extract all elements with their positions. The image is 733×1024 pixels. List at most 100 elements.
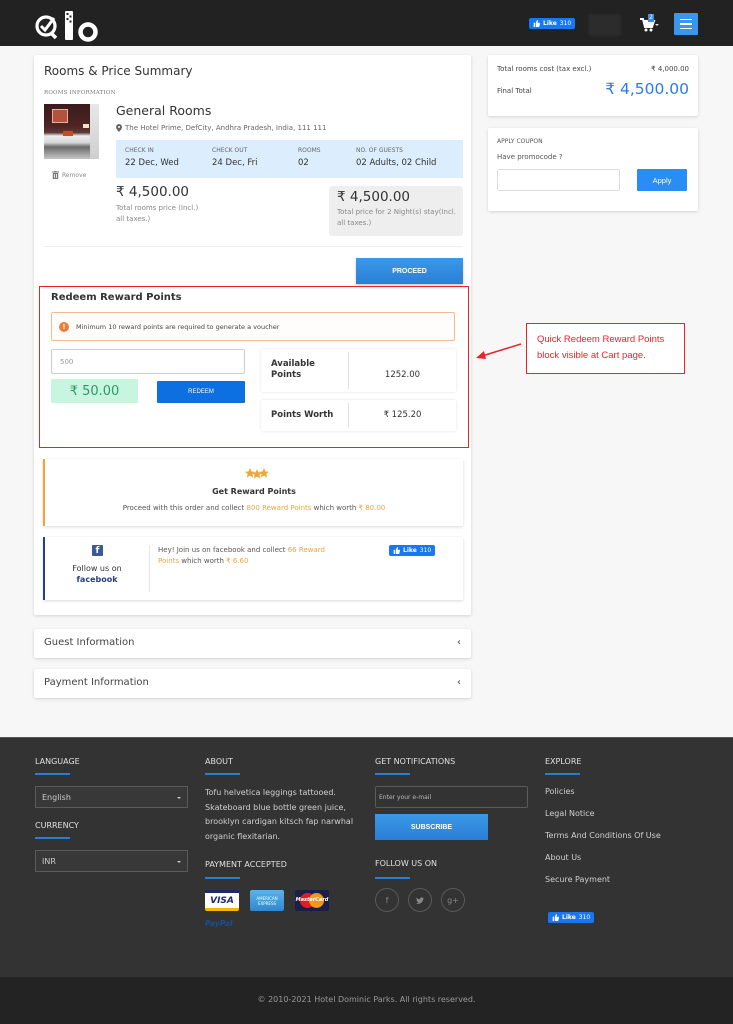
check-in-label: CHECK IN xyxy=(125,147,154,154)
copyright-text: © 2010-2021 Hotel Dominic Parks. All rig… xyxy=(257,995,476,1004)
about-us-link[interactable]: About Us xyxy=(545,853,581,862)
caret-down-icon xyxy=(655,24,659,26)
language-heading: LANGUAGE xyxy=(35,757,80,766)
fb-like-button[interactable]: Like 310 xyxy=(389,545,436,556)
voucher-value: ₹ 50.00 xyxy=(51,379,138,403)
heading-underline xyxy=(375,773,410,775)
accordion-title: Payment Information xyxy=(44,677,149,688)
visa-icon: VISA xyxy=(205,890,239,911)
final-total-value: ₹ 4,500.00 xyxy=(605,80,689,98)
secure-payment-link[interactable]: Secure Payment xyxy=(545,875,610,884)
hamburger-icon-line xyxy=(680,18,692,21)
caret-down-icon xyxy=(177,861,181,863)
fb-like-count: 310 xyxy=(419,547,432,554)
policies-link[interactable]: Policies xyxy=(545,787,575,796)
redeem-button[interactable]: REDEEM xyxy=(157,381,245,403)
language-select[interactable]: English xyxy=(35,786,188,808)
rooms-price-note: Total rooms price (Incl.) all taxes.) xyxy=(116,204,199,223)
booking-details: CHECK IN 22 Dec, Wed CHECK OUT 24 Dec, F… xyxy=(116,140,463,178)
map-marker-icon xyxy=(116,124,122,132)
room-image xyxy=(44,104,99,159)
payment-heading: PAYMENT ACCEPTED xyxy=(205,860,287,869)
explore-heading: EXPLORE xyxy=(545,757,582,766)
chevron-left-icon: ‹ xyxy=(457,677,461,688)
minimum-points-alert: ! Minimum 10 reward points are required … xyxy=(51,312,455,341)
rooms-price: ₹ 4,500.00 xyxy=(116,184,189,200)
promocode-input[interactable] xyxy=(497,169,620,191)
hotel-address: The Hotel Prime, DefCity, Andhra Pradesh… xyxy=(116,124,326,132)
stars-icon xyxy=(245,468,269,479)
rooms-value: 02 xyxy=(298,158,309,168)
guest-information-accordion[interactable]: Guest Information ‹ xyxy=(34,629,471,658)
room-name[interactable]: General Rooms xyxy=(116,103,211,118)
heading-underline xyxy=(205,877,240,879)
heading-underline xyxy=(545,773,580,775)
amex-icon: AMERICAN EXPRESS xyxy=(250,890,284,911)
currency-select[interactable]: INR xyxy=(35,850,188,872)
reward-points-input[interactable]: 500 xyxy=(51,349,245,374)
rooms-price-block: ₹ 4,500.00 Total rooms price (Incl.) all… xyxy=(116,184,206,224)
fb-text-prefix: Hey! Join us on facebook and collect xyxy=(158,546,288,554)
redeem-title: Redeem Reward Points xyxy=(51,292,182,303)
fb-text-middle: which worth xyxy=(179,557,227,565)
facebook-reward-card: f Follow us on facebook Hey! Join us on … xyxy=(43,537,463,600)
user-avatar-blurred[interactable] xyxy=(588,14,621,36)
copyright-bar: © 2010-2021 Hotel Dominic Parks. All rig… xyxy=(0,977,733,1024)
heading-underline xyxy=(375,877,410,879)
follow-text: Follow us on xyxy=(72,564,122,573)
apply-coupon-title: APPLY COUPON xyxy=(497,138,543,145)
mastercard-icon: MasterCard xyxy=(295,890,329,911)
mastercard-text: MasterCard xyxy=(295,897,329,903)
rooms-cost-value: ₹ 4,000.00 xyxy=(651,65,689,73)
menu-button[interactable] xyxy=(674,13,698,35)
email-input[interactable]: Enter your e-mail xyxy=(375,786,528,808)
reward-text-prefix: Proceed with this order and collect xyxy=(122,504,247,512)
divider xyxy=(44,246,463,247)
twitter-icon xyxy=(416,896,424,904)
caret-down-icon xyxy=(177,797,181,799)
notifications-heading: GET NOTIFICATIONS xyxy=(375,757,456,766)
total-price: ₹ 4,500.00 xyxy=(337,189,410,205)
price-summary-card: Total rooms cost (tax excl.) ₹ 4,000.00 … xyxy=(488,55,698,116)
cart-button[interactable]: 2 xyxy=(639,14,661,33)
separator xyxy=(149,545,150,592)
qlo-logo[interactable] xyxy=(35,9,107,45)
google-plus-social-icon[interactable]: g+ xyxy=(441,888,465,912)
remove-label: Remove xyxy=(62,171,87,179)
follow-facebook-text: Follow us on facebook xyxy=(45,563,149,585)
facebook-brand: facebook xyxy=(76,575,118,584)
terms-link[interactable]: Terms And Conditions Of Use xyxy=(545,831,661,840)
guests-label: NO. OF GUESTS xyxy=(356,147,403,154)
reward-text: Proceed with this order and collect 800 … xyxy=(45,504,463,512)
currency-heading: CURRENCY xyxy=(35,821,79,830)
legal-notice-link[interactable]: Legal Notice xyxy=(545,809,595,818)
footer-fb-like-button[interactable]: Like 310 xyxy=(548,912,595,923)
fb-worth-highlight: ₹ 6.60 xyxy=(226,557,249,565)
header-fb-like-button[interactable]: Like 310 xyxy=(529,18,576,29)
rooms-information-label: ROOMS INFORMATION xyxy=(44,90,116,96)
subscribe-button[interactable]: SUBSCRIBE xyxy=(375,814,488,840)
fb-like-label: Like xyxy=(543,20,557,27)
apply-coupon-card: APPLY COUPON Have promocode ? Apply xyxy=(488,128,698,211)
facebook-icon: f xyxy=(92,545,103,556)
payment-information-accordion[interactable]: Payment Information ‹ xyxy=(34,669,471,698)
apply-coupon-button[interactable]: Apply xyxy=(637,169,687,191)
proceed-button[interactable]: PROCEED xyxy=(356,258,463,284)
twitter-social-icon[interactable] xyxy=(408,888,432,912)
annotation-arrow-icon xyxy=(476,343,522,359)
redeem-reward-points-block: Redeem Reward Points ! Minimum 10 reward… xyxy=(39,286,469,448)
trash-icon xyxy=(52,171,59,179)
fb-like-label: Like xyxy=(562,914,576,921)
accordion-title: Guest Information xyxy=(44,637,135,648)
available-points-value: 1252.00 xyxy=(384,370,421,380)
rooms-cost-label: Total rooms cost (tax excl.) xyxy=(497,65,592,73)
reward-points-highlight: 800 Reward Points xyxy=(246,504,312,512)
total-price-note: Total price for 2 Night(s) stay(Incl. al… xyxy=(337,208,456,227)
remove-room-button[interactable]: Remove xyxy=(52,171,86,179)
heading-underline xyxy=(205,773,240,775)
alert-text: Minimum 10 reward points are required to… xyxy=(76,322,280,331)
chevron-left-icon: ‹ xyxy=(457,637,461,648)
rooms-label: ROOMS xyxy=(298,147,321,154)
facebook-social-icon[interactable]: f xyxy=(375,888,399,912)
thumbs-up-icon xyxy=(533,20,540,27)
